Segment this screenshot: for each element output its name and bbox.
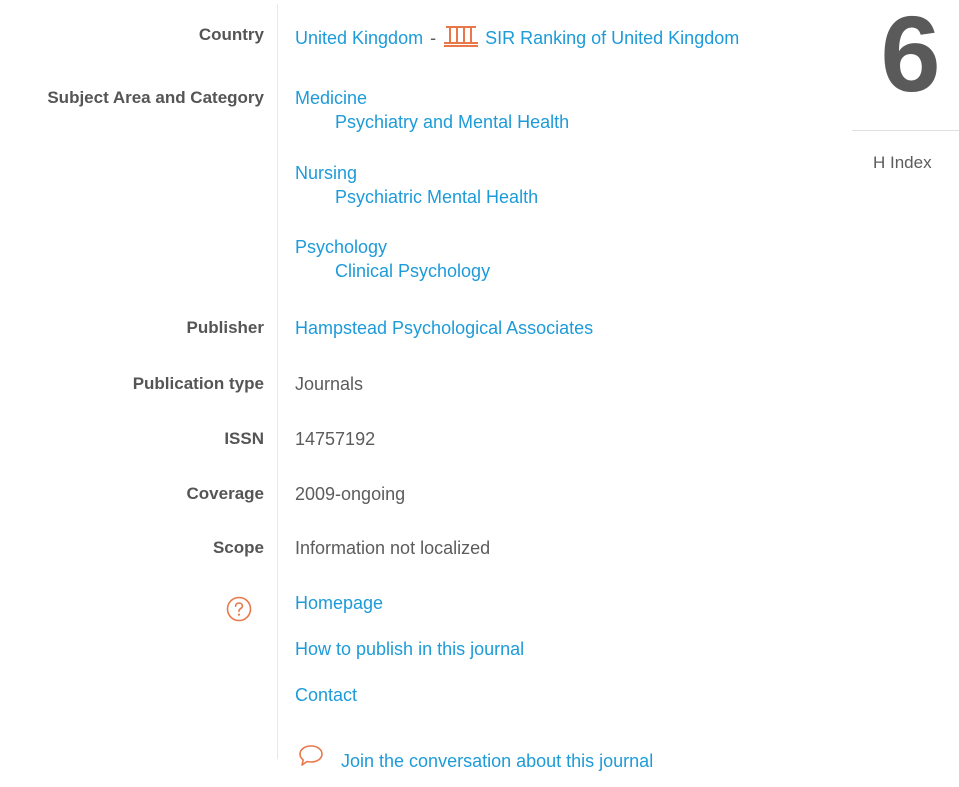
country-value: United Kingdom - SIR Ranking of United Kin… bbox=[295, 24, 739, 49]
country-separator: - bbox=[430, 28, 437, 48]
how-to-publish-row: How to publish in this journal bbox=[295, 638, 524, 660]
subject-area-psychology[interactable]: Psychology bbox=[295, 236, 490, 258]
homepage-row: Homepage bbox=[295, 592, 383, 614]
h-index-value: 6 bbox=[880, 0, 941, 114]
publication-type-value: Journals bbox=[295, 374, 364, 394]
subject-area-label: Subject Area and Category bbox=[47, 88, 264, 107]
subject-group: Psychology Clinical Psychology bbox=[295, 236, 490, 282]
conversation-link[interactable]: Join the conversation about this journal bbox=[341, 751, 653, 771]
scope-value: Information not localized bbox=[295, 538, 491, 558]
coverage-label: Coverage bbox=[186, 484, 264, 503]
publisher-value: Hampstead Psychological Associates bbox=[295, 317, 593, 339]
sir-ranking-icon bbox=[444, 26, 479, 47]
subject-area-medicine[interactable]: Medicine bbox=[295, 87, 569, 109]
scope-label: Scope bbox=[212, 538, 264, 557]
sir-ranking-link[interactable]: SIR Ranking of United Kingdom bbox=[443, 26, 740, 48]
subject-category-psychiatry[interactable]: Psychiatry and Mental Health bbox=[295, 111, 569, 133]
publisher-link[interactable]: Hampstead Psychological Associates bbox=[295, 318, 593, 338]
issn-label: ISSN bbox=[224, 429, 264, 448]
subject-category-psychiatric-mental-health[interactable]: Psychiatric Mental Health bbox=[295, 186, 538, 208]
subject-category-clinical-psychology[interactable]: Clinical Psychology bbox=[295, 260, 490, 282]
chat-bubble-icon[interactable] bbox=[298, 744, 324, 768]
question-circle-icon[interactable] bbox=[225, 595, 253, 623]
country-link[interactable]: United Kingdom bbox=[295, 28, 423, 48]
publisher-label: Publisher bbox=[186, 318, 264, 337]
coverage-value: 2009-ongoing bbox=[295, 484, 406, 504]
sir-ranking-label: SIR Ranking of United Kingdom bbox=[485, 28, 740, 48]
h-index-divider bbox=[852, 130, 959, 131]
issn-value: 14757192 bbox=[295, 429, 376, 449]
contact-link[interactable]: Contact bbox=[295, 685, 357, 705]
how-to-publish-link[interactable]: How to publish in this journal bbox=[295, 639, 524, 659]
country-label: Country bbox=[198, 25, 264, 44]
publication-type-label: Publication type bbox=[132, 374, 264, 393]
h-index-label: H Index bbox=[873, 153, 932, 172]
subject-area-nursing[interactable]: Nursing bbox=[295, 162, 538, 184]
homepage-link[interactable]: Homepage bbox=[295, 593, 383, 613]
subject-group: Medicine Psychiatry and Mental Health bbox=[295, 87, 569, 133]
conversation-row: Join the conversation about this journal bbox=[341, 750, 653, 772]
column-divider bbox=[277, 4, 278, 759]
subject-group: Nursing Psychiatric Mental Health bbox=[295, 162, 538, 208]
contact-row: Contact bbox=[295, 684, 357, 706]
